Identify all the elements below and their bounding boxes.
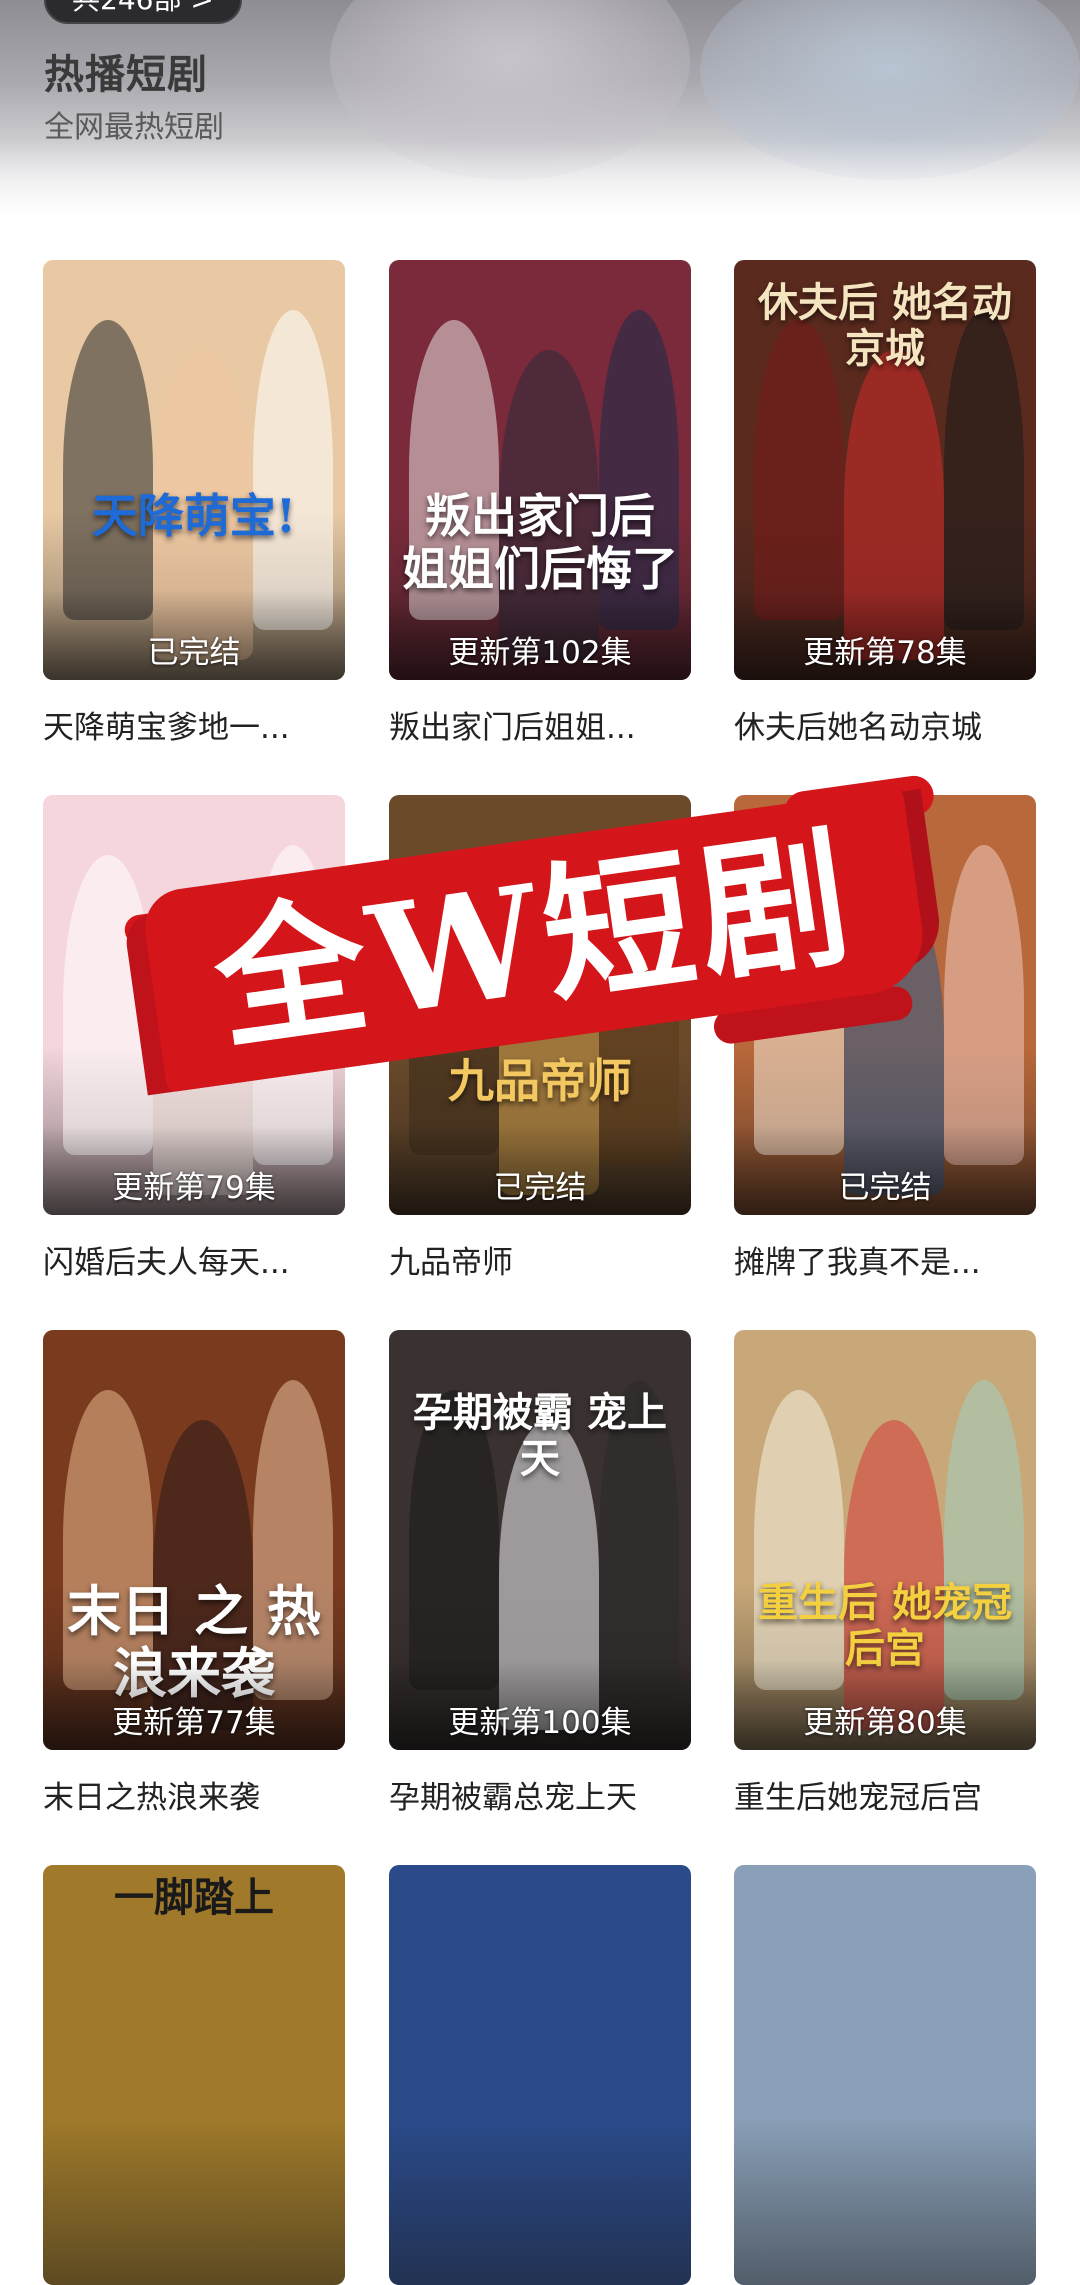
poster-art-title: 天降萌宝! xyxy=(91,489,297,543)
drama-poster[interactable] xyxy=(734,1865,1036,2285)
drama-card[interactable]: 天降萌宝! 已完结 天降萌宝爹地一... xyxy=(43,260,345,747)
drama-title[interactable]: 叛出家门后姐姐... xyxy=(389,702,691,747)
drama-card[interactable]: 叛出家门后 姐姐们后悔了 更新第102集 叛出家门后姐姐... xyxy=(389,260,691,747)
drama-title[interactable]: 九品帝师 xyxy=(389,1237,691,1282)
drama-card[interactable]: 一脚踏上 xyxy=(43,1865,345,2285)
drama-poster[interactable]: 叛出家门后 姐姐们后悔了 更新第102集 xyxy=(389,260,691,680)
drama-card[interactable] xyxy=(389,1865,691,2285)
drama-card[interactable]: 重生后 她宠冠后宫 更新第80集 重生后她宠冠后宫 xyxy=(734,1330,1036,1817)
episode-status: 更新第77集 xyxy=(112,1705,276,1741)
episode-status: 已完结 xyxy=(493,1170,587,1206)
drama-title[interactable]: 孕期被霸总宠上天 xyxy=(389,1772,691,1817)
poster-art-title: 叛出家门后 姐姐们后悔了 xyxy=(402,489,678,596)
drama-title[interactable]: 末日之热浪来袭 xyxy=(43,1772,345,1817)
drama-poster[interactable]: 孕期被霸 宠上天 更新第100集 xyxy=(389,1330,691,1750)
episode-status: 已完结 xyxy=(147,635,241,671)
episode-status: 更新第78集 xyxy=(803,635,967,671)
poster-art-title: 重生后 她宠冠后宫 xyxy=(758,1579,1012,1672)
drama-title[interactable]: 天降萌宝爹地一... xyxy=(43,702,345,747)
drama-poster[interactable]: 天降萌宝! 已完结 xyxy=(43,260,345,680)
drama-poster[interactable]: 休夫后 她名动京城 更新第78集 xyxy=(734,260,1036,680)
episode-status: 更新第100集 xyxy=(448,1705,632,1741)
drama-card[interactable]: 休夫后 她名动京城 更新第78集 休夫后她名动京城 xyxy=(734,260,1036,747)
drama-poster[interactable] xyxy=(389,1865,691,2285)
drama-poster[interactable]: 末日 之 热浪来袭 更新第77集 xyxy=(43,1330,345,1750)
episode-status: 更新第79集 xyxy=(112,1170,276,1206)
drama-title[interactable]: 摊牌了我真不是... xyxy=(734,1237,1036,1282)
drama-poster[interactable]: 重生后 她宠冠后宫 更新第80集 xyxy=(734,1330,1036,1750)
drama-card[interactable]: 末日 之 热浪来袭 更新第77集 末日之热浪来袭 xyxy=(43,1330,345,1817)
drama-title[interactable]: 重生后她宠冠后宫 xyxy=(734,1772,1036,1817)
drama-poster[interactable]: 一脚踏上 xyxy=(43,1865,345,2285)
poster-art-title: 孕期被霸 宠上天 xyxy=(413,1389,667,1482)
episode-status: 已完结 xyxy=(838,1170,932,1206)
drama-card[interactable] xyxy=(734,1865,1036,2285)
poster-art-title: 一脚踏上 xyxy=(114,1874,274,1921)
drama-card[interactable]: 孕期被霸 宠上天 更新第100集 孕期被霸总宠上天 xyxy=(389,1330,691,1817)
episode-status: 更新第102集 xyxy=(448,635,632,671)
drama-title[interactable]: 闪婚后夫人每天... xyxy=(43,1237,345,1282)
episode-status: 更新第80集 xyxy=(803,1705,967,1741)
drama-title[interactable]: 休夫后她名动京城 xyxy=(734,702,1036,747)
poster-art-title: 休夫后 她名动京城 xyxy=(758,279,1012,372)
